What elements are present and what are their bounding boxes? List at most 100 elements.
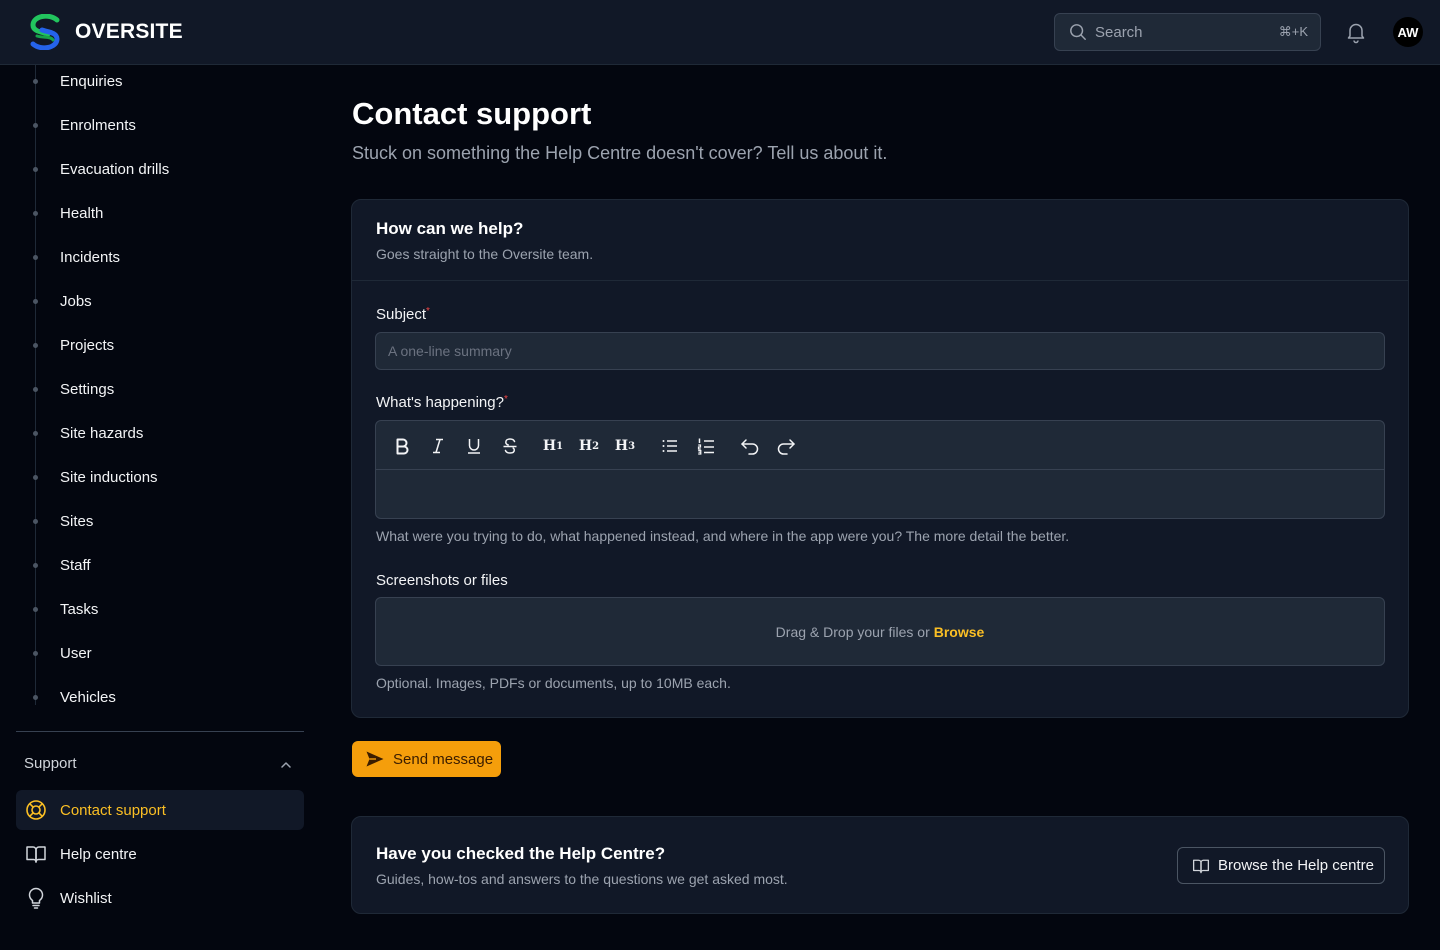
nav-dot xyxy=(33,255,38,260)
underline-icon xyxy=(468,439,480,454)
undo-button[interactable] xyxy=(737,433,763,459)
sidebar-link-wishlist[interactable]: Wishlist xyxy=(16,878,304,918)
sidebar-link-contact-support[interactable]: Contact support xyxy=(16,790,304,830)
nav-dot xyxy=(33,563,38,568)
sidebar-item-vehicles[interactable]: Vehicles xyxy=(60,685,116,709)
subject-label-text: Subject xyxy=(376,306,427,323)
brand-name: OVERSITE xyxy=(75,20,183,43)
sidebar-item-sites[interactable]: Sites xyxy=(60,509,93,533)
help-card-description: Guides, how-tos and answers to the quest… xyxy=(376,871,788,887)
send-message-button[interactable]: Send message xyxy=(352,741,501,777)
subject-label: Subject* xyxy=(376,306,430,323)
redo-icon xyxy=(777,439,795,455)
heading-1-button[interactable]: H1 xyxy=(540,433,566,459)
nav-dot xyxy=(33,299,38,304)
nav-dot xyxy=(33,343,38,348)
bullet-list-button[interactable] xyxy=(657,433,683,459)
help-centre-card: Have you checked the Help Centre? Guides… xyxy=(351,816,1409,914)
chevron-up-icon[interactable] xyxy=(279,758,293,772)
heading-1-number: 1 xyxy=(556,440,564,452)
sidebar-link-label: Wishlist xyxy=(60,889,112,907)
lifebuoy-icon xyxy=(26,800,46,820)
search-icon xyxy=(1070,24,1086,40)
nav-dot xyxy=(33,607,38,612)
sidebar-item-health[interactable]: Health xyxy=(60,201,103,225)
search-shortcut: ⌘+K xyxy=(1278,24,1308,39)
sidebar: Enquiries Enrolments Evacuation drills H… xyxy=(0,65,320,950)
nav-dot xyxy=(33,79,38,84)
form-title: How can we help? xyxy=(376,219,524,238)
support-form-card: How can we help? Goes straight to the Ov… xyxy=(351,199,1409,718)
lightbulb-icon xyxy=(28,887,44,909)
sidebar-item-jobs[interactable]: Jobs xyxy=(60,289,92,313)
help-card-title: Have you checked the Help Centre? xyxy=(376,844,666,863)
browse-help-centre-button[interactable]: Browse the Help centre xyxy=(1177,847,1385,884)
nav-dot xyxy=(33,651,38,656)
bell-icon xyxy=(1347,23,1365,44)
sidebar-item-site-inductions[interactable]: Site inductions xyxy=(60,465,158,489)
heading-3-letter: H xyxy=(614,438,629,454)
details-label: What's happening?* xyxy=(376,394,508,411)
form-divider xyxy=(352,280,1408,281)
nav-dot xyxy=(33,167,38,172)
brand[interactable]: OVERSITE xyxy=(27,14,183,50)
sidebar-item-enrolments[interactable]: Enrolments xyxy=(60,113,136,137)
nav-dot xyxy=(33,387,38,392)
support-section-heading[interactable]: Support xyxy=(24,755,77,772)
ordered-list-button[interactable] xyxy=(693,433,719,459)
search-box[interactable]: Search ⌘+K xyxy=(1054,13,1321,51)
sidebar-item-site-hazards[interactable]: Site hazards xyxy=(60,421,143,445)
sidebar-item-settings[interactable]: Settings xyxy=(60,377,114,401)
sidebar-item-evacuation-drills[interactable]: Evacuation drills xyxy=(60,157,169,181)
top-bar: OVERSITE Search ⌘+K AW xyxy=(0,0,1440,65)
bold-button[interactable] xyxy=(389,433,415,459)
sidebar-link-label: Help centre xyxy=(60,845,137,863)
italic-button[interactable] xyxy=(425,433,451,459)
search-placeholder: Search xyxy=(1095,23,1143,41)
heading-2-number: 2 xyxy=(592,440,600,452)
nav-dot xyxy=(33,123,38,128)
heading-3-button[interactable]: H3 xyxy=(612,433,638,459)
details-help-text: What were you trying to do, what happene… xyxy=(376,528,1070,544)
sidebar-link-help-centre[interactable]: Help centre xyxy=(16,834,304,874)
undo-icon xyxy=(741,439,759,455)
form-description: Goes straight to the Oversite team. xyxy=(376,246,594,262)
ordered-list-icon xyxy=(697,438,714,455)
editor-toolbar: H1 H2 H3 xyxy=(376,421,1384,470)
heading-3-number: 3 xyxy=(628,440,636,452)
sidebar-item-tasks[interactable]: Tasks xyxy=(60,597,98,621)
browse-files-link[interactable]: Browse xyxy=(934,624,985,640)
underline-button[interactable] xyxy=(461,433,487,459)
avatar[interactable]: AW xyxy=(1393,17,1423,47)
files-label: Screenshots or files xyxy=(376,572,508,589)
heading-2-letter: H xyxy=(578,438,593,454)
heading-2-button[interactable]: H2 xyxy=(576,433,602,459)
sidebar-item-enquiries[interactable]: Enquiries xyxy=(60,69,123,93)
strikethrough-button[interactable] xyxy=(497,433,523,459)
sidebar-item-projects[interactable]: Projects xyxy=(60,333,114,357)
page-title: Contact support xyxy=(352,96,592,131)
italic-icon xyxy=(433,438,443,454)
dropzone-text: Drag & Drop your files or xyxy=(775,623,930,640)
rich-text-editor[interactable]: H1 H2 H3 xyxy=(375,420,1385,519)
redo-button[interactable] xyxy=(773,433,799,459)
required-mark: * xyxy=(426,306,430,317)
required-mark: * xyxy=(503,394,508,405)
page-subtitle: Stuck on something the Help Centre doesn… xyxy=(352,143,888,163)
heading-1-letter: H xyxy=(542,438,557,454)
nav-dot xyxy=(33,211,38,216)
send-message-label: Send message xyxy=(393,750,494,768)
book-icon xyxy=(1192,859,1210,873)
strikethrough-icon xyxy=(503,438,517,454)
notifications-button[interactable] xyxy=(1344,20,1368,49)
details-label-text: What's happening? xyxy=(376,394,504,411)
browse-help-centre-label: Browse the Help centre xyxy=(1218,857,1374,874)
sidebar-item-user[interactable]: User xyxy=(60,641,92,665)
subject-input[interactable] xyxy=(375,332,1385,370)
sidebar-link-label: Contact support xyxy=(60,801,166,819)
sidebar-item-incidents[interactable]: Incidents xyxy=(60,245,120,269)
book-icon xyxy=(26,846,46,863)
file-dropzone[interactable]: Drag & Drop your files or Browse xyxy=(375,597,1385,666)
nav-dot xyxy=(33,695,38,700)
sidebar-item-staff[interactable]: Staff xyxy=(60,553,91,577)
